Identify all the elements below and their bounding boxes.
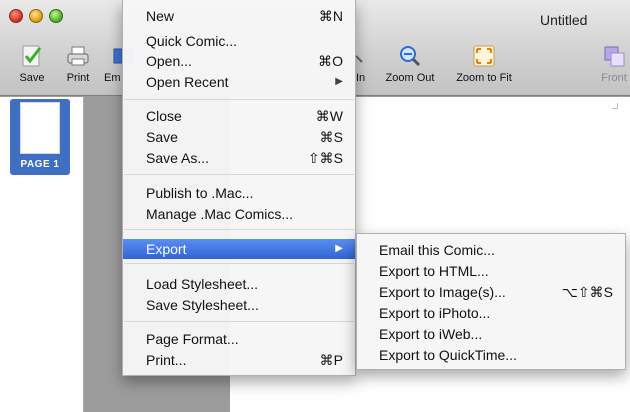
menu-item-label: Quick Comic... [146,33,238,49]
zoom-out-icon [400,46,421,67]
menu-separator [124,229,354,230]
save-icon [22,45,42,67]
zoom-in-icon [356,55,363,63]
toolbar-front-label: Front [601,72,627,84]
export-submenu: Email this Comic... Export to HTML... Ex… [356,233,626,370]
menu-item-shortcut: ⌘O [318,53,343,69]
page-thumbnail-paper [20,102,60,154]
menu-item-shortcut: ⌘S [319,129,343,145]
menu-item-label: Close [146,108,182,124]
toolbar-front-button[interactable]: Front [598,44,630,84]
menu-item-label: Export to QuickTime... [379,347,517,363]
toolbar-email-button[interactable]: Em [104,44,135,84]
menu-item-manage-mac-comics[interactable]: Manage .Mac Comics... [123,204,355,224]
menu-item-label: Load Stylesheet... [146,276,259,292]
page-thumbnail[interactable]: PAGE 1 [10,99,70,175]
menu-separator [124,263,354,264]
bring-to-front-icon [604,46,625,67]
menu-item-label: Print... [146,352,187,368]
menu-item-save-as[interactable]: Save As... ⇧⌘S [123,148,355,168]
menu-item-save-stylesheet[interactable]: Save Stylesheet... [123,295,355,315]
submenu-arrow-icon: ▶ [335,243,343,254]
menu-separator [124,174,354,175]
menu-item-open[interactable]: Open... ⌘O [123,51,355,71]
toolbar-print-label: Print [66,72,90,84]
menu-item-email-comic[interactable]: Email this Comic... [357,240,625,260]
toolbar-zoom-in-button[interactable]: In [356,44,372,84]
menu-item-close[interactable]: Close ⌘W [123,106,355,126]
menu-item-export-iweb[interactable]: Export to iWeb... [357,324,625,344]
menu-item-print[interactable]: Print... ⌘P [123,350,355,370]
menu-item-save[interactable]: Save ⌘S [123,127,355,147]
menu-item-label: Export [146,241,187,257]
menu-item-label: Export to iWeb... [379,326,483,342]
page-thumbnail-label: PAGE 1 [20,159,60,170]
menu-item-label: Page Format... [146,331,239,347]
toolbar-zoom-to-fit-button[interactable]: Zoom to Fit [449,44,519,84]
menu-item-label: Email this Comic... [379,242,495,258]
menu-item-export[interactable]: Export ▶ [123,239,355,259]
menu-item-open-recent[interactable]: Open Recent ▶ [123,72,355,92]
zoom-to-fit-icon [473,45,495,67]
toolbar-zoom-out-button[interactable]: Zoom Out [380,44,440,84]
minimize-window-button[interactable] [29,9,43,23]
menu-item-label: Manage .Mac Comics... [146,206,294,222]
submenu-arrow-icon: ▶ [335,76,343,87]
window-title: Untitled [540,12,588,28]
menu-item-shortcut: ⌥⇧⌘S [561,284,613,300]
menu-item-shortcut: ⌘N [318,8,343,24]
menu-item-label: Publish to .Mac... [146,185,254,201]
pages-sidebar: PAGE 1 [0,97,84,412]
menu-item-export-html[interactable]: Export to HTML... [357,261,625,281]
menu-item-shortcut: ⇧⌘S [307,150,343,166]
menu-item-label: Open... [146,53,192,69]
menu-item-label: Save As... [146,150,210,166]
menu-item-page-format[interactable]: Page Format... [123,329,355,349]
toolbar-zoom-out-label: Zoom Out [385,72,435,84]
toolbar-zoom-to-fit-label: Zoom to Fit [456,72,512,84]
file-menu: New ⌘N Quick Comic... Open... ⌘O Open Re… [122,0,356,376]
menu-item-label: Save Stylesheet... [146,297,259,313]
zoom-window-button[interactable] [49,9,63,23]
menu-item-label: Export to Image(s)... [379,284,506,300]
menu-item-export-quicktime[interactable]: Export to QuickTime... [357,345,625,365]
menu-item-label: Export to iPhoto... [379,305,491,321]
menu-item-publish-mac[interactable]: Publish to .Mac... [123,183,355,203]
toolbar-print-button[interactable]: Print [60,44,96,84]
menu-item-load-stylesheet[interactable]: Load Stylesheet... [123,274,355,294]
toolbar-email-label: Em [104,72,121,84]
menu-item-shortcut: ⌘W [315,108,343,124]
menu-item-label: Export to HTML... [379,263,489,279]
menu-item-label: Save [146,129,178,145]
menu-separator [124,321,354,322]
menu-item-export-images[interactable]: Export to Image(s)... ⌥⇧⌘S [357,282,625,302]
toolbar-save-label: Save [19,72,45,84]
printer-icon [67,46,89,66]
menu-separator [124,99,354,100]
page-corner-mark [612,103,618,109]
menu-item-label: New [146,8,175,24]
menu-item-export-iphoto[interactable]: Export to iPhoto... [357,303,625,323]
menu-item-new[interactable]: New ⌘N [123,6,355,26]
close-window-button[interactable] [9,9,23,23]
menu-item-quick-comic[interactable]: Quick Comic... [123,31,355,51]
toolbar-zoom-in-label: In [356,72,366,84]
menu-item-label: Open Recent [146,74,229,90]
menu-item-shortcut: ⌘P [319,352,343,368]
toolbar-save-button[interactable]: Save [14,44,50,84]
